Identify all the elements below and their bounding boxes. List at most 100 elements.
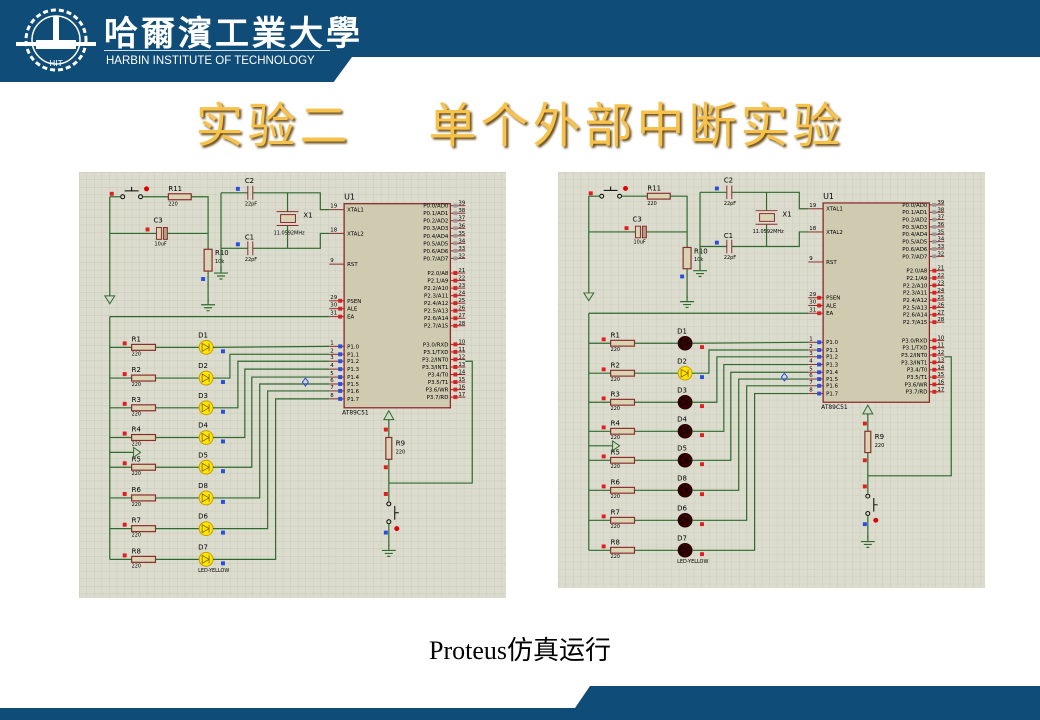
chip-ref: U1 — [344, 193, 355, 202]
resistor-label: R6 — [132, 486, 141, 494]
pin-marker — [700, 345, 704, 350]
pin-marker — [338, 352, 343, 357]
pin-name: P3.1/TXD — [423, 350, 448, 356]
pin-marker — [601, 337, 606, 342]
chip-ref: U1 — [823, 192, 834, 201]
resistor-value: 220 — [611, 377, 620, 383]
r9-value: 220 — [875, 443, 884, 449]
svg-text:HIT: HIT — [49, 59, 62, 68]
pin-name: P2.5/A13 — [903, 305, 927, 311]
pin-number: 7 — [330, 385, 333, 391]
pin-marker — [932, 389, 937, 394]
pin-number: 23 — [458, 283, 465, 289]
x1-label: X1 — [782, 211, 791, 219]
led-off-icon — [677, 513, 693, 528]
resistor-r4 — [131, 433, 157, 442]
pin-name: P1.7 — [347, 397, 359, 403]
pin-marker — [235, 186, 240, 191]
led-label: D3 — [677, 387, 687, 395]
pin-name: P0.5/AD5 — [423, 241, 448, 247]
pin-marker — [338, 382, 343, 386]
pin-name: P0.6/AD6 — [902, 247, 928, 253]
pin-marker — [383, 465, 388, 470]
pin-name: P0.3/AD3 — [423, 226, 449, 232]
led-label: D1 — [198, 331, 208, 339]
resistor-label: R2 — [611, 362, 620, 370]
chip-model: AT89C51 — [821, 405, 848, 411]
pin-number: 13 — [458, 362, 465, 368]
led-on-icon — [198, 339, 214, 355]
divider — [104, 50, 330, 51]
resistor-r6 — [131, 494, 157, 502]
pin-number: 15 — [937, 372, 944, 378]
led-label: D8 — [677, 475, 687, 483]
pin-number: 15 — [458, 377, 465, 383]
pin-number: 28 — [458, 321, 465, 327]
pin-number: 14 — [937, 365, 945, 371]
pin-name: P2.7/A15 — [903, 320, 927, 326]
pin-number: 11 — [458, 347, 465, 353]
pin-number: 6 — [809, 373, 813, 379]
pin-marker — [122, 372, 127, 377]
c2-label: C2 — [245, 177, 254, 185]
resistor-r11 — [167, 193, 192, 201]
pin-marker — [932, 290, 937, 295]
resistor-value: 220 — [611, 554, 620, 560]
pin-name: EA — [826, 311, 833, 317]
pin-name: P0.5/AD5 — [902, 240, 927, 246]
pin-number: 38 — [937, 207, 945, 213]
university-name-cn: 哈爾濱工業大學 — [104, 14, 363, 54]
pin-name: P3.2/INT0 — [901, 353, 928, 359]
resistor-r3 — [610, 398, 636, 406]
pin-number: 39 — [937, 200, 945, 206]
pin-number: 25 — [458, 298, 465, 304]
resistor-label: R7 — [132, 517, 141, 525]
pin-marker — [383, 530, 388, 535]
resistor-value: 220 — [132, 563, 141, 569]
pin-marker — [221, 499, 225, 504]
resistor-r6 — [610, 486, 636, 494]
pin-name: P0.0/AD0 — [902, 203, 928, 209]
pin-number: 34 — [458, 238, 465, 244]
crystal-x1 — [280, 214, 296, 224]
pin-name: P0.1/AD1 — [902, 210, 927, 216]
led-label: D4 — [198, 422, 208, 430]
resistor-r7 — [610, 516, 636, 524]
pin-marker — [700, 522, 704, 527]
pin-marker — [862, 421, 867, 426]
pin-marker — [453, 301, 458, 306]
pin-marker — [817, 348, 822, 352]
pin-marker — [453, 286, 458, 291]
led-on-icon — [198, 490, 214, 506]
resistor-value: 220 — [132, 471, 141, 477]
pin-marker — [453, 218, 458, 223]
resistor-label: R3 — [132, 396, 141, 404]
pin-marker — [700, 492, 704, 497]
pin-marker — [201, 277, 206, 281]
pin-number: 3 — [809, 351, 812, 357]
pin-name: P2.5/A13 — [424, 309, 449, 315]
pin-number: 11 — [937, 343, 944, 349]
pin-marker — [453, 380, 458, 385]
pin-number: 17 — [458, 392, 465, 398]
resistor-r7 — [131, 525, 157, 533]
pin-number: 4 — [330, 363, 334, 369]
resistor-r5 — [610, 456, 636, 464]
pin-number: 33 — [937, 244, 944, 250]
led-on-icon — [198, 521, 214, 537]
pin-name: P1.3 — [347, 367, 359, 373]
footer-bar — [0, 708, 1040, 720]
c1-label: C1 — [245, 233, 254, 241]
pin-marker — [453, 342, 458, 347]
resistor-label: R2 — [132, 366, 141, 374]
resistor-value: 220 — [611, 524, 620, 530]
capacitor-c3 — [634, 225, 641, 239]
resistor-label: R4 — [132, 426, 142, 434]
pin-name: P1.0 — [826, 340, 839, 346]
pin-marker — [122, 401, 127, 406]
r11-value: 220 — [168, 202, 177, 208]
pin-number: 37 — [458, 216, 465, 222]
resistor-r9 — [385, 436, 393, 460]
pin-number: 26 — [937, 303, 945, 309]
pin-marker — [453, 308, 458, 313]
